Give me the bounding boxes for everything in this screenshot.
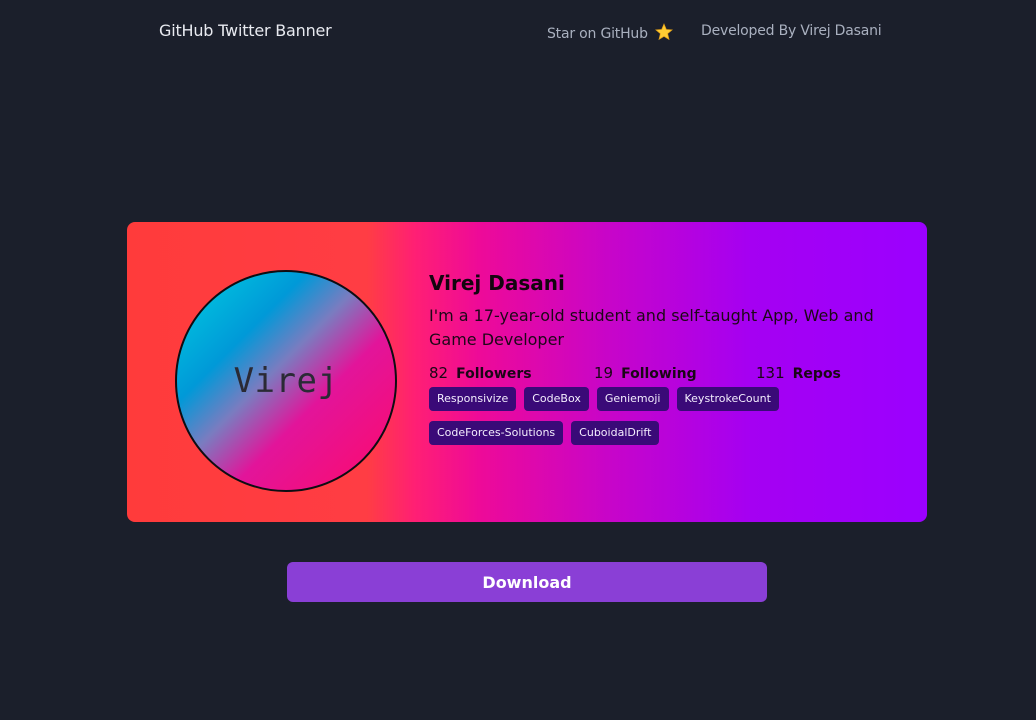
header: GitHub Twitter Banner Star on GitHub Dev… bbox=[0, 0, 1036, 64]
star-link-label: Star on GitHub bbox=[547, 26, 648, 42]
repo-tag: CuboidalDrift bbox=[571, 421, 660, 445]
following-stat: 19 Following bbox=[594, 364, 697, 382]
star-icon bbox=[655, 23, 673, 41]
repo-tag: Geniemoji bbox=[596, 387, 669, 411]
repo-tag: KeystrokeCount bbox=[676, 387, 779, 411]
avatar: Virej bbox=[175, 270, 397, 492]
profile-stats: 82 Followers 19 Following 131 Repos bbox=[429, 364, 899, 384]
star-on-github-link[interactable]: Star on GitHub bbox=[547, 23, 673, 42]
download-button[interactable]: Download bbox=[287, 562, 767, 602]
followers-count: 82 bbox=[429, 364, 449, 382]
repos-label: Repos bbox=[792, 366, 841, 382]
developer-link[interactable]: Developed By Virej Dasani bbox=[701, 23, 882, 39]
repo-tag-list: Responsivize CodeBox Geniemoji KeystrokeCou… bbox=[429, 387, 899, 455]
profile-bio: I'm a 17-year-old student and self-taugh… bbox=[429, 306, 874, 349]
repos-stat: 131 Repos bbox=[756, 364, 841, 382]
banner-card: Virej Virej Dasani I'm a 17-year-old stu… bbox=[127, 222, 927, 522]
repo-tag: Responsivize bbox=[429, 387, 517, 411]
profile-name: Virej Dasani bbox=[429, 271, 565, 295]
repo-tag: CodeBox bbox=[524, 387, 589, 411]
repos-count: 131 bbox=[756, 364, 785, 382]
following-label: Following bbox=[621, 366, 697, 382]
followers-label: Followers bbox=[456, 366, 532, 382]
followers-stat: 82 Followers bbox=[429, 364, 532, 382]
avatar-text: Virej bbox=[233, 361, 339, 401]
app-title[interactable]: GitHub Twitter Banner bbox=[159, 21, 332, 40]
repo-tag: CodeForces-Solutions bbox=[429, 421, 564, 445]
following-count: 19 bbox=[594, 364, 614, 382]
